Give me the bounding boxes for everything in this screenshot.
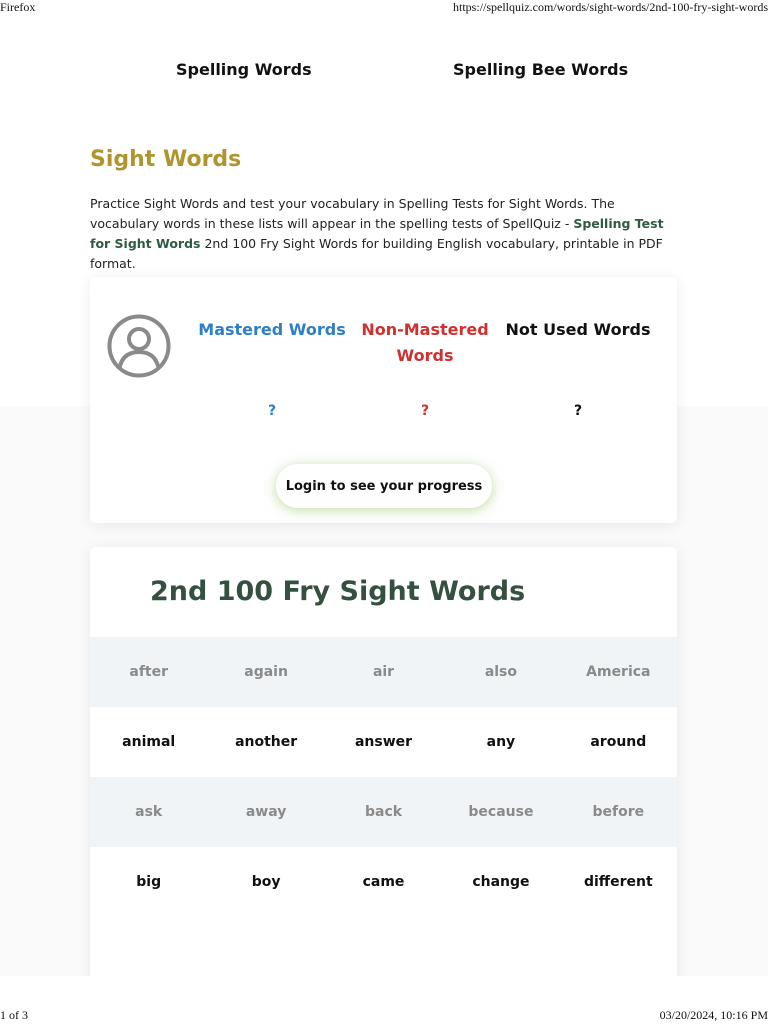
not-used-words-count: ? xyxy=(573,403,583,419)
print-header-url: https://spellquiz.com/words/sight-words/… xyxy=(453,0,768,14)
word-cell: again xyxy=(244,664,288,680)
word-cell: big xyxy=(136,874,162,890)
word-cell: another xyxy=(235,734,298,750)
word-row: after again air also America xyxy=(90,637,677,707)
print-footer-page-indicator: 1 of 3 xyxy=(0,1008,28,1022)
print-page-footer-area xyxy=(0,976,768,1024)
non-mastered-words-label: Non-Mastered Words xyxy=(361,320,489,365)
mastered-words-count: ? xyxy=(267,403,277,419)
print-header-browser: Firefox xyxy=(0,0,36,14)
login-progress-button[interactable]: Login to see your progress xyxy=(276,464,492,508)
word-cell: change xyxy=(472,874,530,890)
not-used-words-label: Not Used Words xyxy=(505,320,651,339)
word-row: animal another answer any around xyxy=(90,707,677,777)
word-cell: also xyxy=(484,664,518,680)
word-cell: back xyxy=(364,804,403,820)
word-cell: because xyxy=(468,804,534,820)
word-cell: America xyxy=(586,664,651,680)
word-list-card: 2nd 100 Fry Sight Words after again air … xyxy=(90,547,677,987)
word-cell: before xyxy=(592,804,645,820)
user-circle-icon xyxy=(107,314,171,378)
non-mastered-words-count: ? xyxy=(420,403,430,419)
progress-card: Mastered Words Non-Mastered Words Not Us… xyxy=(90,277,677,523)
mastered-words-label: Mastered Words xyxy=(198,320,346,339)
word-cell: animal xyxy=(122,734,176,750)
word-cell: different xyxy=(583,874,653,890)
intro-text-start: Practice Sight Words and test your vocab… xyxy=(90,196,615,231)
word-row: big boy came change different xyxy=(90,847,677,917)
word-cell: ask xyxy=(135,804,163,820)
print-footer-timestamp: 03/20/2024, 10:16 PM xyxy=(659,1008,768,1022)
word-cell: away xyxy=(245,804,287,820)
word-cell: around xyxy=(590,734,647,750)
word-cell: came xyxy=(362,874,405,890)
nav-spelling-words[interactable]: Spelling Words xyxy=(176,60,312,79)
word-cell: answer xyxy=(354,734,413,750)
word-cell: air xyxy=(372,664,395,680)
word-cell: after xyxy=(129,664,169,680)
word-list-title: 2nd 100 Fry Sight Words xyxy=(150,576,526,607)
word-row: ask away back because before xyxy=(90,777,677,847)
word-cell: any xyxy=(486,734,516,750)
page-heading: Sight Words xyxy=(90,147,242,172)
nav-spelling-bee-words[interactable]: Spelling Bee Words xyxy=(453,60,628,79)
intro-paragraph: Practice Sight Words and test your vocab… xyxy=(90,194,670,274)
word-cell: boy xyxy=(251,874,281,890)
